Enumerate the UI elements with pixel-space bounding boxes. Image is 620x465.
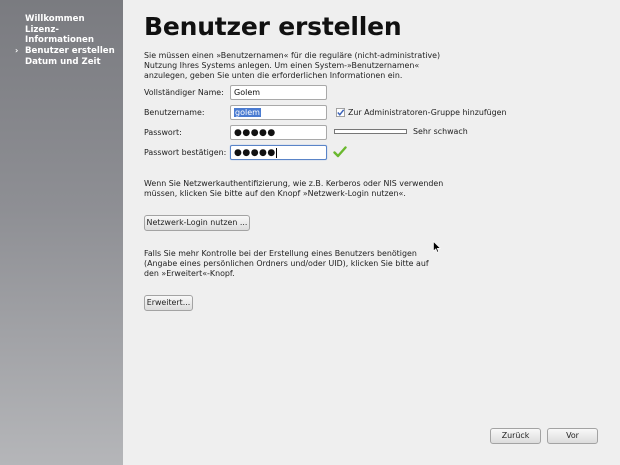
admin-group-checkbox-row[interactable]: Zur Administratoren-Gruppe hinzufügen: [336, 108, 507, 117]
username-value: golem: [234, 108, 261, 117]
advanced-text: Falls Sie mehr Kontrolle bei der Erstell…: [144, 249, 429, 278]
intro-text: Sie müssen einen »Benutzernamen« für die…: [144, 51, 441, 80]
sidebar-item-label: Lizenz-Informationen: [25, 25, 94, 45]
fullname-field[interactable]: Golem: [230, 85, 327, 100]
sidebar-item-lizenz: Lizenz-Informationen: [0, 25, 123, 45]
sidebar-item-label: Benutzer erstellen: [25, 46, 115, 56]
sidebar: Willkommen Lizenz-Informationen › Benutz…: [0, 0, 123, 465]
checkbox-checked-icon[interactable]: [336, 108, 345, 117]
confirm-password-label: Passwort bestätigen:: [144, 148, 227, 157]
confirm-password-field[interactable]: ●●●●●: [230, 145, 327, 160]
fullname-label: Vollständiger Name:: [144, 88, 224, 97]
admin-group-label: Zur Administratoren-Gruppe hinzufügen: [348, 108, 507, 117]
main-panel: Benutzer erstellen Sie müssen einen »Ben…: [123, 0, 620, 465]
checkmark-ok-icon: [333, 146, 347, 158]
network-login-button[interactable]: Netzwerk-Login nutzen ...: [144, 215, 250, 231]
back-button[interactable]: Zurück: [490, 428, 541, 444]
sidebar-item-benutzer-erstellen: › Benutzer erstellen: [0, 46, 123, 56]
password-field[interactable]: ●●●●●: [230, 125, 327, 140]
password-strength-bar: [334, 129, 407, 134]
sidebar-item-label: Willkommen: [25, 14, 85, 24]
sidebar-item-label: Datum und Zeit: [25, 57, 101, 67]
username-label: Benutzername:: [144, 108, 205, 117]
network-auth-text: Wenn Sie Netzwerkauthentifizierung, wie …: [144, 179, 444, 198]
fullname-value: Golem: [234, 88, 261, 97]
mouse-pointer-icon: [433, 241, 441, 253]
username-field[interactable]: golem: [230, 105, 327, 120]
text-cursor: [275, 147, 277, 158]
current-step-marker-icon: ›: [15, 46, 19, 55]
confirm-password-value: ●●●●●: [234, 148, 276, 158]
page-title: Benutzer erstellen: [144, 12, 402, 41]
forward-button[interactable]: Vor: [547, 428, 598, 444]
password-label: Passwort:: [144, 128, 182, 137]
sidebar-item-datum-zeit: Datum und Zeit: [0, 57, 123, 67]
sidebar-item-willkommen: Willkommen: [0, 14, 123, 24]
password-strength-text: Sehr schwach: [413, 127, 468, 136]
advanced-button[interactable]: Erweitert...: [144, 295, 193, 311]
password-value: ●●●●●: [234, 128, 276, 138]
